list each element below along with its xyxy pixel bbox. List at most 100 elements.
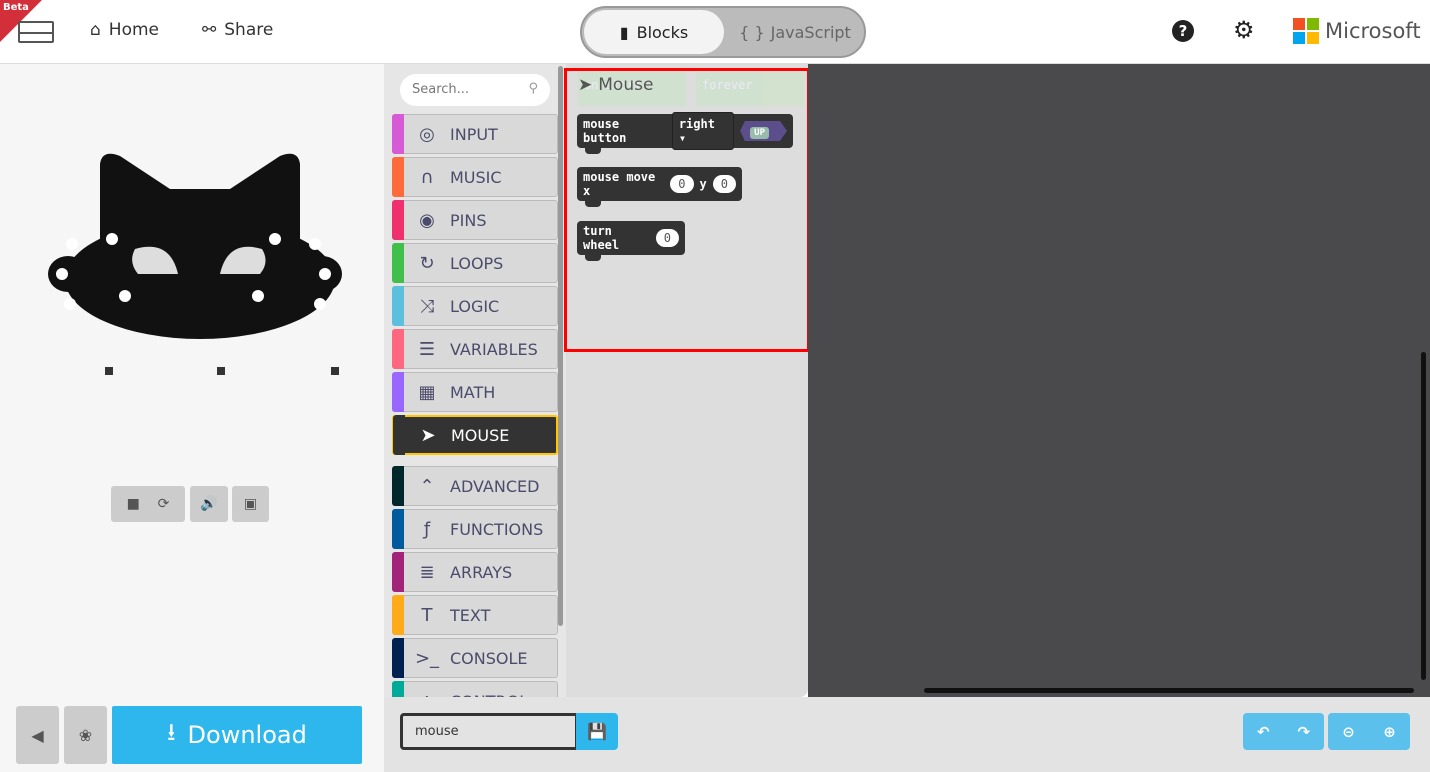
home-label: Home — [108, 20, 159, 40]
braces-icon: { } — [739, 22, 765, 42]
category-color-bar — [392, 114, 404, 154]
category-functions[interactable]: ƒ FUNCTIONS — [392, 509, 558, 549]
home-button[interactable]: ⌂ Home — [90, 20, 159, 40]
category-color-bar — [392, 372, 404, 412]
fullscreen-icon: ▣ — [243, 496, 258, 512]
collapse-simulator-button[interactable]: ◀ — [16, 706, 59, 764]
workspace-vertical-scrollbar[interactable] — [1421, 352, 1426, 680]
category-pins[interactable]: ◉ PINS — [392, 200, 558, 240]
category-console[interactable]: >_ CONSOLE — [392, 638, 558, 678]
redo-icon[interactable]: ↷ — [1297, 723, 1310, 741]
category-color-bar — [392, 638, 404, 678]
speaker-icon: 🔊 — [200, 496, 218, 512]
save-button[interactable]: 💾 — [576, 713, 618, 750]
bug-icon: ❀ — [78, 725, 93, 745]
search-placeholder: Search... — [412, 82, 470, 97]
javascript-tab[interactable]: { } JavaScript — [728, 10, 862, 54]
category-color-bar — [392, 286, 404, 326]
category-logic[interactable]: ⤨ LOGIC — [392, 286, 558, 326]
gear-icon[interactable]: ⚙ — [1233, 16, 1255, 44]
function-icon: ƒ — [423, 518, 431, 540]
target-icon: ◎ — [419, 123, 435, 145]
help-icon[interactable]: ? — [1172, 20, 1194, 42]
ordered-list-icon: ≣ — [419, 561, 435, 583]
category-color-bar — [392, 595, 404, 635]
pointer-icon: ➤ — [420, 424, 436, 446]
shuffle-icon: ⤨ — [419, 295, 435, 317]
category-label: FUNCTIONS — [450, 519, 544, 539]
category-label: LOOPS — [450, 253, 504, 273]
category-label: INPUT — [450, 124, 498, 144]
highlight-box — [564, 68, 810, 352]
toolbox-scrollbar[interactable] — [558, 66, 563, 626]
category-music[interactable]: ∩ MUSIC — [392, 157, 558, 197]
share-button[interactable]: ⚯ Share — [202, 20, 273, 40]
zoom-group: ⊝ ⊕ — [1328, 713, 1410, 750]
share-label: Share — [224, 20, 274, 40]
collapse-icon: ◀ — [31, 725, 44, 745]
chevron-up-icon: ⌃ — [419, 475, 435, 497]
project-name-input[interactable]: mouse — [400, 713, 578, 750]
category-label: MATH — [450, 382, 496, 402]
stop-icon[interactable]: ■ — [127, 496, 140, 512]
zoom-out-icon[interactable]: ⊝ — [1342, 723, 1355, 741]
javascript-label: JavaScript — [770, 22, 851, 42]
debug-button[interactable]: ❀ — [64, 706, 107, 764]
circle-dot-icon: ◉ — [419, 209, 435, 231]
category-color-bar — [392, 509, 404, 549]
category-color-bar — [392, 681, 404, 697]
undo-redo-group: ↶ ↷ — [1243, 713, 1324, 750]
share-icon: ⚯ — [202, 20, 217, 40]
home-icon: ⌂ — [90, 20, 101, 40]
category-control[interactable]: ∴CONTROL — [392, 681, 558, 697]
category-label: ADVANCED — [450, 476, 540, 496]
category-color-bar — [392, 200, 404, 240]
category-color-bar — [393, 415, 405, 455]
category-arrays[interactable]: ≣ ARRAYS — [392, 552, 558, 592]
category-color-bar — [392, 466, 404, 506]
category-variables[interactable]: ☰ VARIABLES — [392, 329, 558, 369]
fullscreen-button[interactable]: ▣ — [232, 486, 269, 522]
download-button[interactable]: ⭳ Download — [112, 706, 362, 764]
mute-button[interactable]: 🔊 — [190, 486, 228, 522]
category-text[interactable]: T TEXT — [392, 595, 558, 635]
category-advanced[interactable]: ⌃ ADVANCED — [392, 466, 558, 506]
top-bar: Beta ⌂ Home ⚯ Share ▮ Blocks { } JavaScript … — [0, 0, 1430, 64]
zoom-in-icon[interactable]: ⊕ — [1383, 723, 1396, 741]
download-label: Download — [187, 721, 307, 749]
cat-board[interactable] — [40, 144, 350, 384]
category-loops[interactable]: ↻ LOOPS — [392, 243, 558, 283]
makecode-logo[interactable] — [18, 21, 54, 43]
save-icon: 💾 — [587, 722, 607, 741]
category-mouse[interactable]: ➤ MOUSE — [392, 415, 558, 455]
category-input[interactable]: ◎ INPUT — [392, 114, 558, 154]
blocks-tab[interactable]: ▮ Blocks — [584, 10, 724, 54]
list-icon: ☰ — [418, 338, 436, 360]
blocks-label: Blocks — [636, 22, 689, 42]
category-label: LOGIC — [450, 296, 500, 316]
microsoft-logo[interactable]: Microsoft — [1293, 18, 1421, 44]
terminal-icon: >_ — [414, 647, 440, 669]
category-color-bar — [392, 552, 404, 592]
editor-toggle: ▮ Blocks { } JavaScript — [580, 6, 866, 58]
restart-icon[interactable]: ⟳ — [158, 496, 170, 512]
workspace-horizontal-scrollbar[interactable] — [924, 688, 1414, 693]
search-input[interactable]: Search... ⚲ — [400, 74, 550, 106]
download-icon: ⭳ — [167, 717, 176, 746]
workspace[interactable] — [808, 64, 1430, 697]
refresh-icon: ↻ — [419, 252, 435, 274]
category-label: TEXT — [450, 605, 491, 625]
stop-restart-buttons[interactable]: ■ ⟳ — [111, 486, 185, 522]
category-label: MOUSE — [451, 425, 510, 445]
category-label: PINS — [450, 210, 487, 230]
category-label: VARIABLES — [450, 339, 538, 359]
category-color-bar — [392, 157, 404, 197]
calculator-icon: ▦ — [418, 381, 436, 403]
text-icon: T — [421, 604, 433, 626]
undo-icon[interactable]: ↶ — [1257, 723, 1270, 741]
category-label: ARRAYS — [450, 562, 513, 582]
category-math[interactable]: ▦ MATH — [392, 372, 558, 412]
category-label: CONSOLE — [450, 648, 528, 668]
project-name-value: mouse — [415, 724, 459, 739]
search-icon[interactable]: ⚲ — [528, 81, 538, 96]
